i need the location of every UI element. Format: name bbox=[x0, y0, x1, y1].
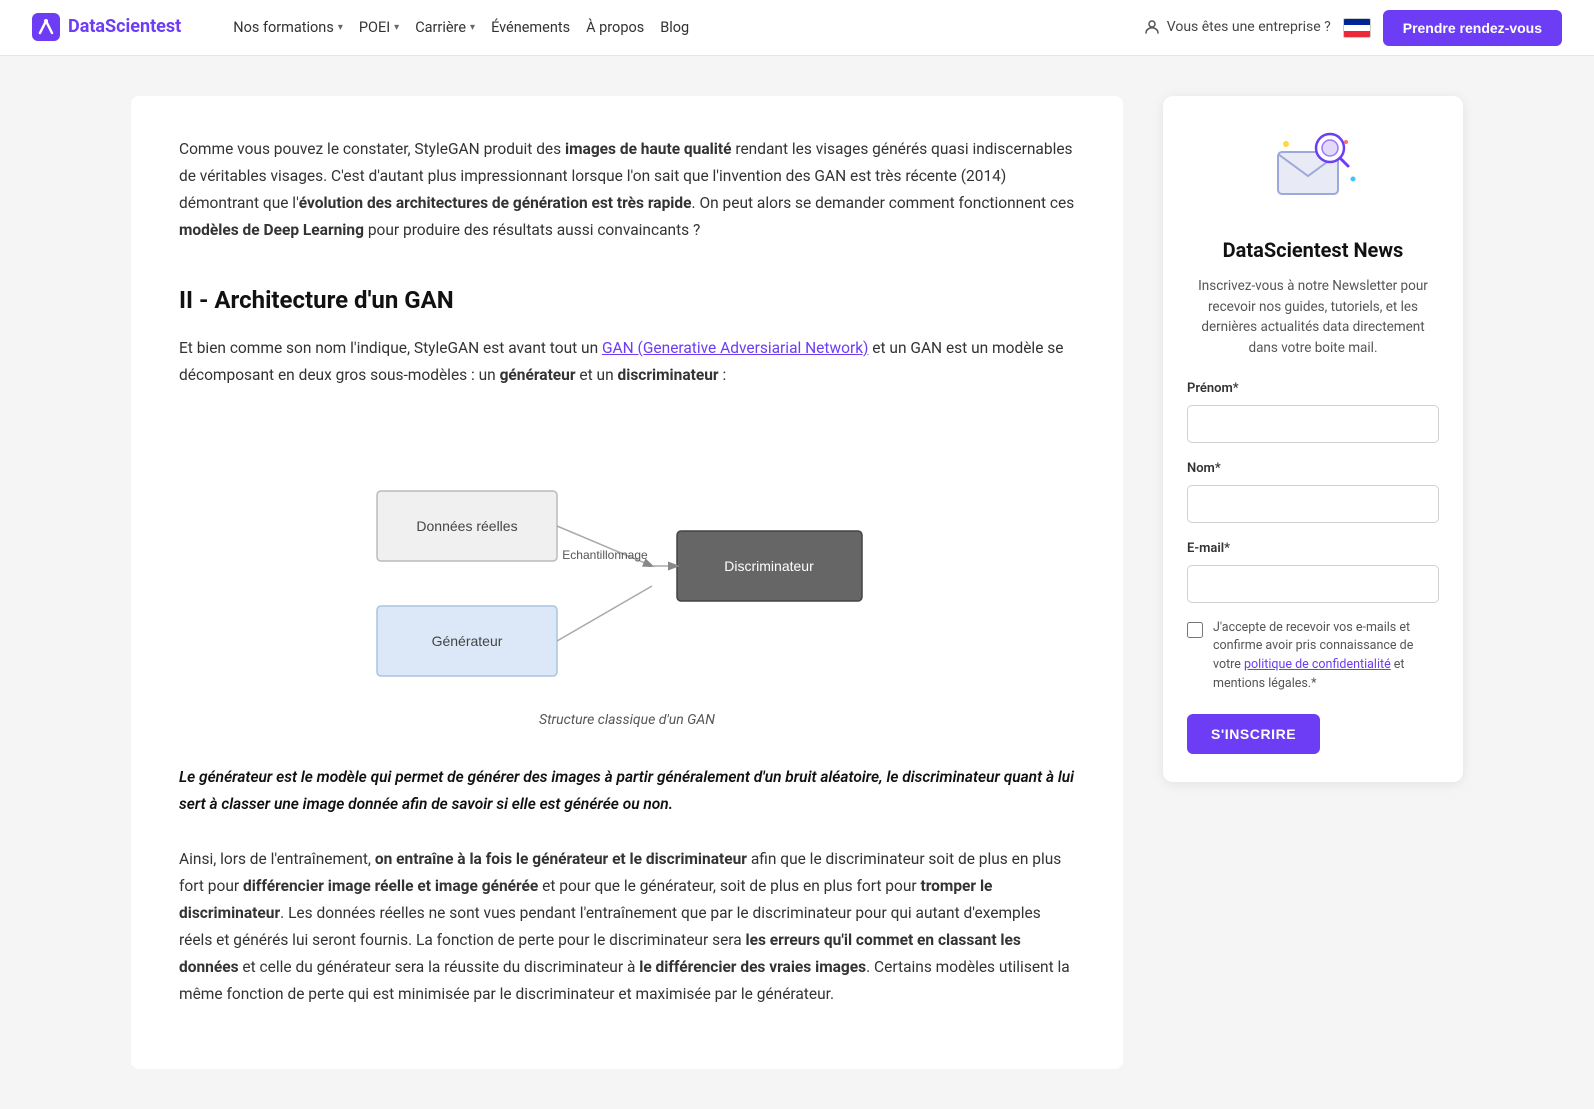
logo-icon bbox=[32, 13, 60, 41]
nom-group: Nom* bbox=[1187, 459, 1439, 523]
chevron-down-icon: ▾ bbox=[338, 20, 343, 36]
generateur-label: Générateur bbox=[432, 633, 503, 649]
gan-diagram: Données réelles Générateur Discriminateu… bbox=[179, 421, 1075, 731]
enterprise-link[interactable]: Vous êtes une entreprise ? bbox=[1143, 16, 1331, 38]
chevron-down-icon: ▾ bbox=[394, 20, 399, 36]
email-label: E-mail* bbox=[1187, 539, 1439, 560]
newsletter-card: DataScientest News Inscrivez-vous à notr… bbox=[1163, 96, 1463, 782]
echantillonnage-label: Echantillonnage bbox=[562, 548, 648, 562]
nav-evenements[interactable]: Événements bbox=[487, 10, 574, 45]
consent-row: J'accepte de recevoir vos e-mails et con… bbox=[1187, 619, 1439, 694]
consent-checkbox[interactable] bbox=[1187, 622, 1203, 638]
intro-paragraph: Comme vous pouvez le constater, StyleGAN… bbox=[179, 136, 1075, 245]
nav-apropos[interactable]: À propos bbox=[582, 10, 648, 45]
diagram-caption: Structure classique d'un GAN bbox=[539, 709, 715, 731]
newsletter-icon bbox=[1268, 124, 1358, 214]
newsletter-illustration bbox=[1187, 124, 1439, 222]
nav-right: Vous êtes une entreprise ? Prendre rende… bbox=[1143, 10, 1562, 46]
consent-label: J'accepte de recevoir vos e-mails et con… bbox=[1213, 619, 1439, 694]
main-paragraph: Ainsi, lors de l'entraînement, on entraî… bbox=[179, 846, 1075, 1009]
nav-links: Nos formations ▾ POEI ▾ Carrière ▾ Événe… bbox=[229, 10, 1110, 45]
nav-poei[interactable]: POEI ▾ bbox=[355, 10, 403, 45]
article-content: Comme vous pouvez le constater, StyleGAN… bbox=[131, 96, 1123, 1069]
email-group: E-mail* bbox=[1187, 539, 1439, 603]
prenom-input[interactable] bbox=[1187, 405, 1439, 443]
sidebar-description: Inscrivez-vous à notre Newsletter pour r… bbox=[1187, 276, 1439, 360]
rdv-button[interactable]: Prendre rendez-vous bbox=[1383, 10, 1562, 46]
sidebar: DataScientest News Inscrivez-vous à notr… bbox=[1163, 96, 1463, 1069]
nom-input[interactable] bbox=[1187, 485, 1439, 523]
logo[interactable]: DataScientest bbox=[32, 13, 181, 42]
discriminateur-label: Discriminateur bbox=[724, 558, 814, 574]
section-heading: II - Architecture d'un GAN bbox=[179, 281, 1075, 319]
donnees-reelles-label: Données réelles bbox=[416, 518, 517, 534]
section-paragraph: Et bien comme son nom l'indique, StyleGA… bbox=[179, 335, 1075, 389]
email-input[interactable] bbox=[1187, 565, 1439, 603]
nav-carriere[interactable]: Carrière ▾ bbox=[411, 10, 479, 45]
language-flag[interactable] bbox=[1343, 18, 1371, 38]
subscribe-button[interactable]: S'INSCRIRE bbox=[1187, 714, 1320, 754]
prenom-group: Prénom* bbox=[1187, 379, 1439, 443]
page-wrapper: Comme vous pouvez le constater, StyleGAN… bbox=[107, 56, 1487, 1109]
navbar: DataScientest Nos formations ▾ POEI ▾ Ca… bbox=[0, 0, 1594, 56]
chevron-down-icon: ▾ bbox=[470, 20, 475, 36]
enterprise-icon bbox=[1143, 18, 1161, 36]
nav-blog[interactable]: Blog bbox=[656, 10, 693, 45]
sidebar-title: DataScientest News bbox=[1187, 234, 1439, 266]
gan-link[interactable]: GAN (Generative Adversiarial Network) bbox=[602, 339, 868, 357]
nom-label: Nom* bbox=[1187, 459, 1439, 480]
privacy-link[interactable]: politique de confidentialité bbox=[1244, 657, 1391, 672]
gan-diagram-svg: Données réelles Générateur Discriminateu… bbox=[347, 421, 907, 701]
nav-formations[interactable]: Nos formations ▾ bbox=[229, 10, 347, 45]
quote-block: Le générateur est le modèle qui permet d… bbox=[179, 764, 1075, 818]
prenom-label: Prénom* bbox=[1187, 379, 1439, 400]
